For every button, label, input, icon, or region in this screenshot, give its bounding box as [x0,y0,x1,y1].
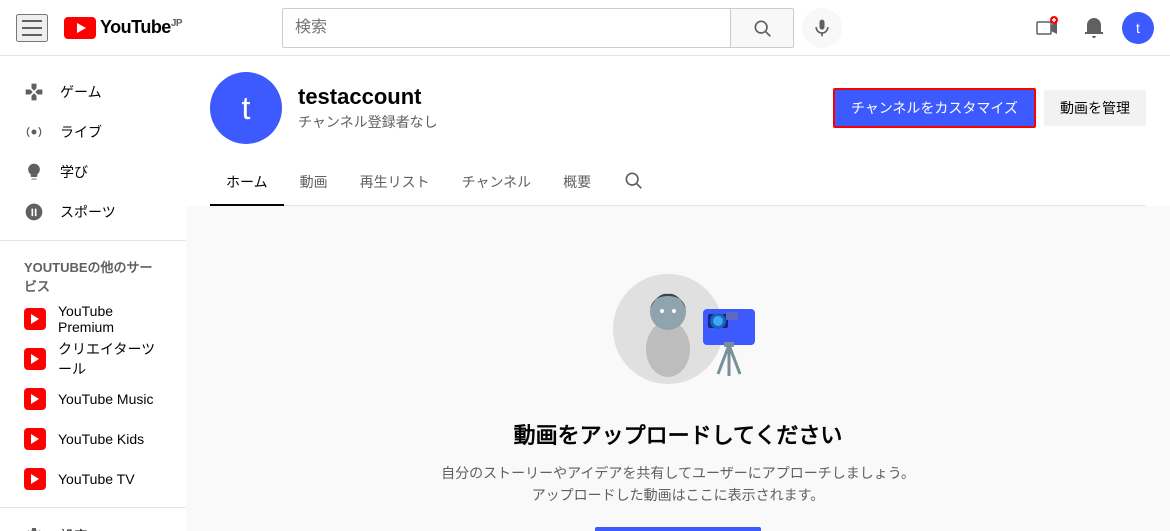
settings-icon [24,526,44,531]
logo[interactable]: YouTubeJP [64,17,182,39]
live-icon [24,122,44,142]
upload-illustration [588,254,768,394]
sidebar-premium-label: YouTube Premium [58,303,162,335]
avatar[interactable]: t [1122,12,1154,44]
youtube-tv-icon [24,468,46,490]
upload-button[interactable]: 動画をアップロード [595,527,761,531]
search-area [282,8,842,48]
bell-icon [1082,16,1106,40]
tab-channels[interactable]: チャンネル [446,160,548,206]
channel-info: t testaccount チャンネル登録者なし チャンネルをカスタマイズ 動画… [210,72,1146,144]
search-input[interactable] [282,8,730,48]
notifications-button[interactable] [1074,8,1114,48]
upload-description: 自分のストーリーやアイデアを共有してユーザーにアプローチしましょう。 アップロー… [441,462,915,507]
learn-icon [24,162,44,182]
header: YouTubeJP [0,0,1170,56]
channel-details: testaccount チャンネル登録者なし [298,84,817,132]
sidebar-services-section: YouTubeの他のサービス YouTube Premium クリエイターツール… [0,241,186,508]
channel-name: testaccount [298,84,817,110]
search-icon [752,18,772,38]
upload-title: 動画をアップロードしてください [514,418,843,450]
youtube-logo-icon [64,17,96,39]
menu-button[interactable] [16,14,48,42]
youtube-creator-icon [24,348,46,370]
sidebar-item-kids[interactable]: YouTube Kids [0,419,186,459]
channel-subscribers: チャンネル登録者なし [298,112,817,132]
main-content: t testaccount チャンネル登録者なし チャンネルをカスタマイズ 動画… [186,56,1170,531]
youtube-music-icon [24,388,46,410]
sports-icon [24,202,44,222]
sidebar-item-sports[interactable]: スポーツ [0,192,186,232]
create-icon [1034,16,1058,40]
sidebar-item-creator[interactable]: クリエイターツール [0,339,186,379]
tab-playlists[interactable]: 再生リスト [344,160,446,206]
header-right: t [1026,8,1154,48]
search-button[interactable] [730,8,794,48]
sidebar-nav-section: ゲーム ライブ 学び [0,64,186,241]
sidebar-tv-label: YouTube TV [58,471,135,487]
sidebar-item-premium[interactable]: YouTube Premium [0,299,186,339]
logo-text: YouTubeJP [100,17,182,38]
sidebar-settings-label: 設定 [60,526,88,531]
sidebar-bottom-section: 設定 報告履歴 ヘルプ [0,508,186,531]
mic-button[interactable] [802,8,842,48]
customize-channel-button[interactable]: チャンネルをカスタマイズ [833,88,1036,128]
sidebar-item-live[interactable]: ライブ [0,112,186,152]
sidebar: ゲーム ライブ 学び [0,56,186,531]
sidebar-item-game-label: ゲーム [60,82,102,102]
sidebar-item-tv[interactable]: YouTube TV [0,459,186,499]
channel-header: t testaccount チャンネル登録者なし チャンネルをカスタマイズ 動画… [186,56,1170,206]
youtube-kids-icon [24,428,46,450]
game-icon [24,82,44,102]
layout: ゲーム ライブ 学び [0,56,1170,531]
mic-icon [812,18,832,38]
sidebar-item-settings[interactable]: 設定 [0,516,186,531]
services-title: YouTubeの他のサービス [0,249,186,299]
channel-tabs: ホーム 動画 再生リスト チャンネル 概要 [210,160,1146,206]
channel-actions: チャンネルをカスタマイズ 動画を管理 [833,88,1146,128]
sidebar-item-sports-label: スポーツ [60,202,116,222]
sidebar-creator-label: クリエイターツール [58,339,162,379]
upload-svg [588,254,768,394]
sidebar-music-label: YouTube Music [58,391,153,407]
tab-videos[interactable]: 動画 [284,160,344,206]
sidebar-item-live-label: ライブ [60,122,102,142]
manage-videos-button[interactable]: 動画を管理 [1044,90,1146,126]
header-left: YouTubeJP [16,14,182,42]
tab-about[interactable]: 概要 [547,160,607,206]
tab-home[interactable]: ホーム [210,160,284,206]
sidebar-item-learn-label: 学び [60,162,88,182]
sidebar-item-game[interactable]: ゲーム [0,72,186,112]
sidebar-kids-label: YouTube Kids [58,431,144,447]
tab-search-icon[interactable] [607,160,659,205]
channel-avatar: t [210,72,282,144]
upload-area: 動画をアップロードしてください 自分のストーリーやアイデアを共有してユーザーにア… [186,206,1170,531]
youtube-premium-icon [24,308,46,330]
sidebar-item-learn[interactable]: 学び [0,152,186,192]
sidebar-item-music[interactable]: YouTube Music [0,379,186,419]
create-button[interactable] [1026,8,1066,48]
search-tab-icon [623,170,643,190]
